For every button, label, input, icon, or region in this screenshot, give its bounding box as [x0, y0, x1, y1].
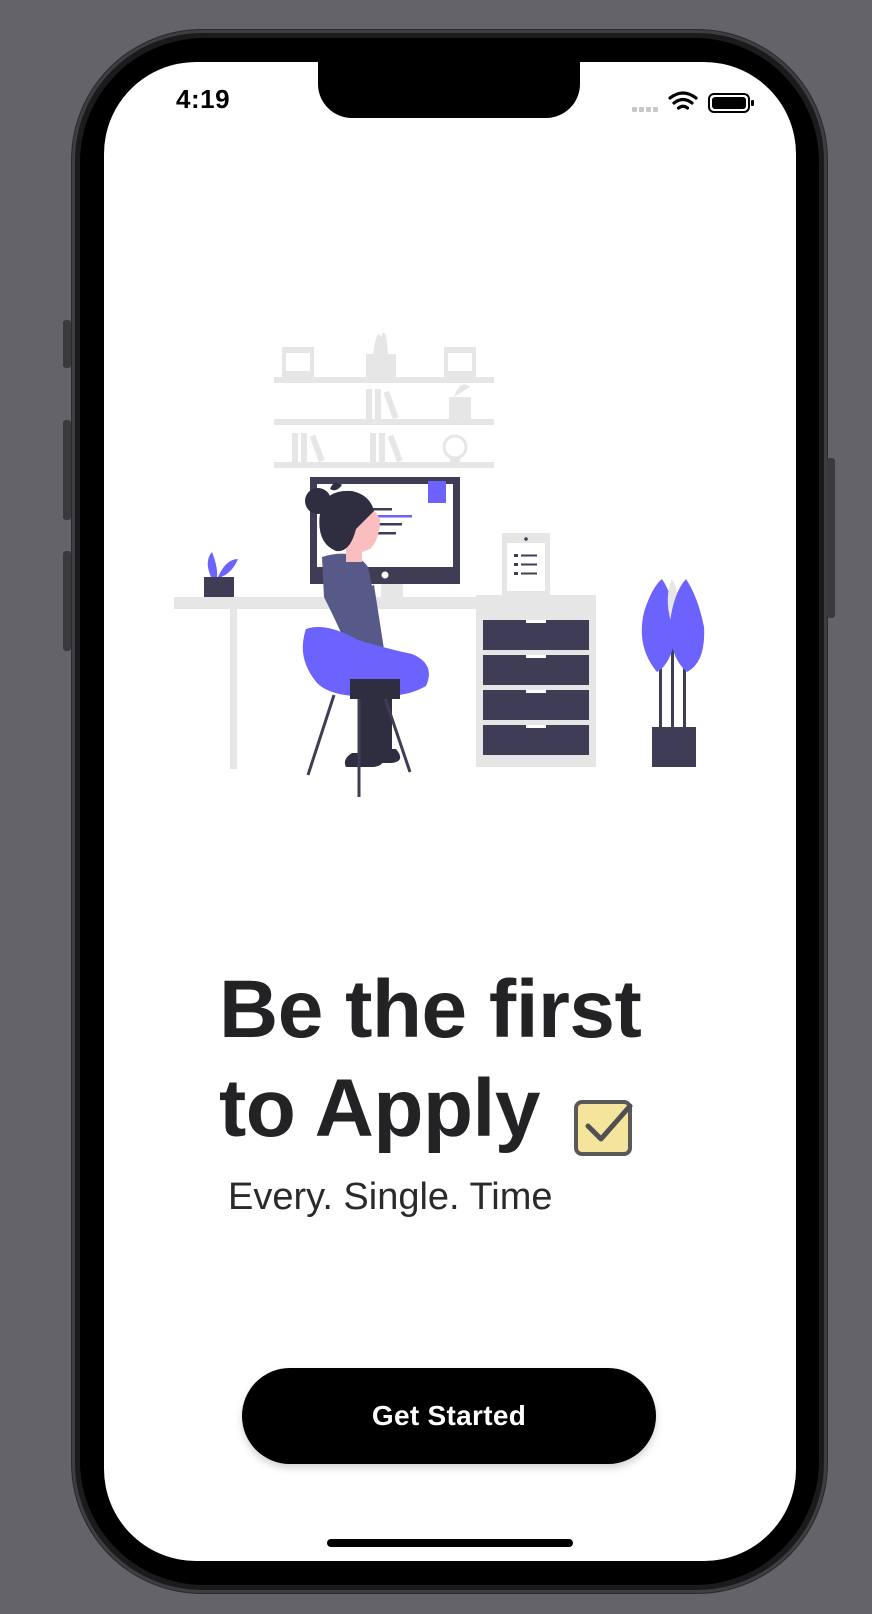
desk-leg: [230, 609, 237, 769]
battery-icon: [708, 93, 754, 113]
wifi-icon: [668, 91, 698, 110]
woman-at-desk-illustration: [174, 332, 705, 797]
volume-up-button: [63, 420, 71, 520]
subtitle: Every. Single. Time: [228, 1176, 553, 1218]
notch: [318, 62, 580, 118]
status-icons: [632, 91, 754, 113]
headline-line-1: Be the first: [219, 964, 642, 1055]
volume-down-button: [63, 551, 71, 651]
app-screen: 4:19 Be the first to Apply Every. Single…: [104, 62, 796, 1561]
headline: Be the first to Apply: [219, 960, 699, 1158]
filing-cabinet: [476, 533, 596, 767]
mute-switch: [63, 320, 71, 368]
get-started-button[interactable]: Get Started: [242, 1368, 656, 1464]
home-indicator[interactable]: [327, 1539, 573, 1547]
signal-icon: [632, 107, 658, 112]
check-box-icon: [573, 1079, 633, 1157]
headline-line-2-text: to Apply: [219, 1063, 540, 1154]
bookshelf: [274, 332, 494, 468]
power-button: [827, 458, 835, 618]
desk-plant: [204, 552, 238, 597]
headline-line-2: to Apply: [219, 1059, 699, 1158]
floor-plant: [641, 579, 705, 767]
status-time: 4:19: [176, 84, 231, 114]
